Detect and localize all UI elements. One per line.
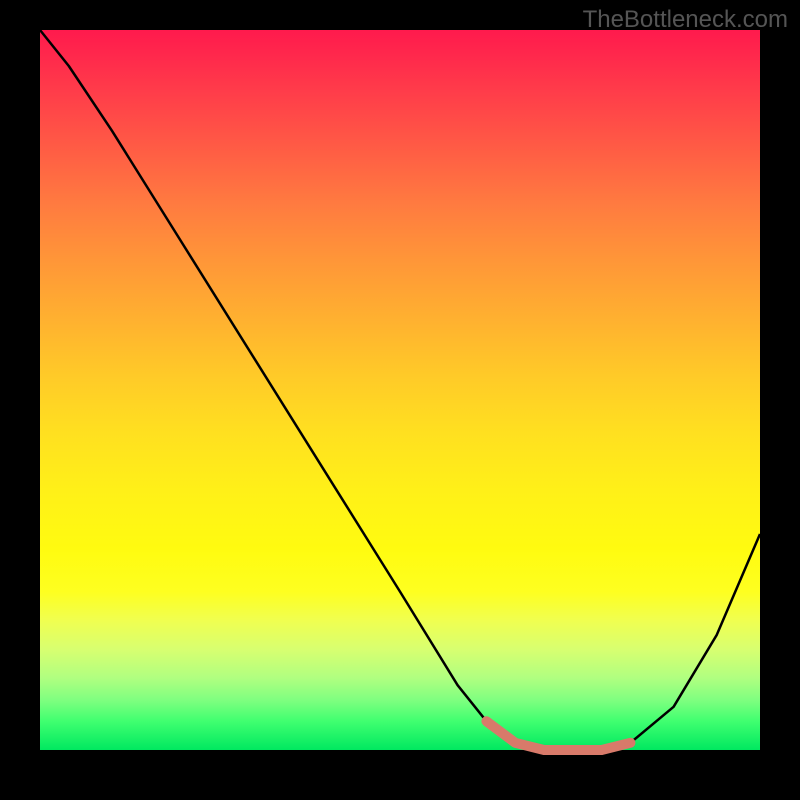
- watermark-text: TheBottleneck.com: [583, 6, 788, 34]
- chart-svg: [40, 30, 760, 750]
- flat-region-highlight: [486, 721, 630, 750]
- chart-plot-area: [40, 30, 760, 750]
- bottleneck-curve: [40, 30, 760, 750]
